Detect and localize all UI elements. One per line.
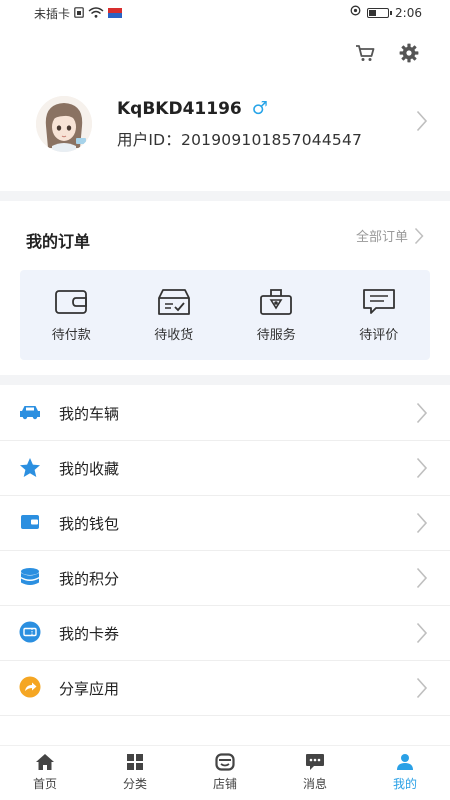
battery-fill bbox=[369, 9, 377, 16]
chevron-right-icon bbox=[416, 457, 428, 483]
order-status-label: 待收货 bbox=[154, 328, 194, 343]
nav-item-category[interactable]: 分类 bbox=[90, 746, 180, 800]
order-status-pending-payment[interactable]: 待付款 bbox=[20, 270, 123, 360]
menu-item-my-favorites[interactable]: 我的收藏 bbox=[0, 441, 450, 496]
nav-label: 我的 bbox=[392, 777, 417, 791]
menu-item-label: 我的收藏 bbox=[59, 460, 120, 478]
nav-item-messages[interactable]: 消息 bbox=[270, 746, 360, 800]
coins-icon bbox=[19, 566, 41, 588]
status-bar: 未插卡 2:06 bbox=[0, 0, 450, 26]
nav-label: 店铺 bbox=[212, 777, 237, 791]
nav-item-home[interactable]: 首页 bbox=[0, 746, 90, 800]
bottom-nav: 首页 分类 店铺 消息 我的 bbox=[0, 745, 450, 800]
no-sim-icon bbox=[74, 6, 84, 21]
chevron-right-icon bbox=[416, 402, 428, 428]
orders-title: 我的订单 bbox=[26, 232, 91, 251]
user-icon bbox=[394, 752, 416, 772]
home-icon bbox=[34, 752, 56, 772]
chevron-right-icon[interactable] bbox=[416, 110, 428, 136]
menu-item-label: 分享应用 bbox=[59, 680, 120, 698]
wallet-icon bbox=[54, 288, 88, 316]
wifi-icon bbox=[88, 6, 104, 21]
all-orders-label: 全部订单 bbox=[355, 230, 408, 245]
share-icon bbox=[19, 676, 41, 698]
nav-label: 分类 bbox=[122, 777, 147, 791]
store-icon bbox=[214, 752, 236, 772]
menu-item-label: 我的钱包 bbox=[59, 515, 120, 533]
menu-item-label: 我的卡券 bbox=[59, 625, 120, 643]
order-status-pending-review[interactable]: 待评价 bbox=[328, 270, 431, 360]
wallet-icon bbox=[19, 511, 41, 533]
menu-item-label: 我的车辆 bbox=[59, 405, 120, 423]
user-id: 用户ID：201909101857044547 bbox=[117, 131, 363, 149]
chevron-right-icon bbox=[414, 227, 424, 244]
nav-item-store[interactable]: 店铺 bbox=[180, 746, 270, 800]
menu-item-my-points[interactable]: 我的积分 bbox=[0, 551, 450, 606]
order-status-pending-service[interactable]: 待服务 bbox=[225, 270, 328, 360]
all-orders-link[interactable]: 全部订单 bbox=[356, 226, 424, 245]
avatar[interactable] bbox=[36, 96, 92, 152]
grid-icon bbox=[124, 752, 146, 772]
gear-icon[interactable] bbox=[398, 42, 420, 64]
chevron-right-icon bbox=[416, 622, 428, 648]
order-status-label: 待评价 bbox=[359, 328, 399, 343]
nickname: KqBKD41196 ♂ bbox=[117, 98, 268, 119]
order-status-pending-receipt[interactable]: 待收货 bbox=[123, 270, 226, 360]
gender-male-icon: ♂ bbox=[251, 98, 268, 119]
top-actions bbox=[354, 42, 420, 64]
message-icon bbox=[304, 752, 326, 772]
menu-list: 我的车辆 我的收藏 我的钱包 我的积分 我的卡券 分享应用 bbox=[0, 386, 450, 716]
chevron-right-icon bbox=[416, 567, 428, 593]
menu-item-share-app[interactable]: 分享应用 bbox=[0, 661, 450, 716]
menu-item-label: 我的积分 bbox=[59, 570, 120, 588]
battery-icon bbox=[367, 7, 393, 18]
carrier-text: 未插卡 bbox=[34, 7, 71, 21]
order-status-label: 待服务 bbox=[256, 328, 296, 343]
status-right: 2:06 bbox=[350, 5, 422, 20]
cart-icon[interactable] bbox=[354, 42, 376, 64]
inbox-icon bbox=[157, 288, 191, 316]
menu-item-my-wallet[interactable]: 我的钱包 bbox=[0, 496, 450, 551]
clock-time: 2:06 bbox=[395, 5, 422, 20]
section-divider bbox=[0, 375, 450, 385]
gift-icon bbox=[259, 288, 293, 316]
orders-header: 我的订单 全部订单 bbox=[0, 214, 450, 258]
menu-item-my-vehicles[interactable]: 我的车辆 bbox=[0, 386, 450, 441]
comment-icon bbox=[362, 288, 396, 316]
location-icon bbox=[350, 5, 361, 20]
flag-icon bbox=[108, 7, 123, 21]
chevron-right-icon bbox=[416, 677, 428, 703]
nav-label: 消息 bbox=[302, 777, 327, 791]
menu-item-my-coupons[interactable]: 我的卡券 bbox=[0, 606, 450, 661]
nav-item-me[interactable]: 我的 bbox=[360, 746, 450, 800]
star-icon bbox=[19, 456, 41, 478]
nav-label: 首页 bbox=[32, 777, 57, 791]
orders-status-panel: 待付款 待收货 待服务 待评价 bbox=[20, 270, 430, 360]
status-left: 未插卡 bbox=[34, 5, 123, 22]
profile-card[interactable]: KqBKD41196 ♂ 用户ID：201909101857044547 bbox=[0, 88, 450, 184]
nickname-text: KqBKD41196 bbox=[117, 98, 242, 119]
order-status-label: 待付款 bbox=[51, 328, 91, 343]
section-divider bbox=[0, 191, 450, 201]
chevron-right-icon bbox=[416, 512, 428, 538]
ticket-icon bbox=[19, 621, 41, 643]
car-icon bbox=[19, 401, 41, 423]
